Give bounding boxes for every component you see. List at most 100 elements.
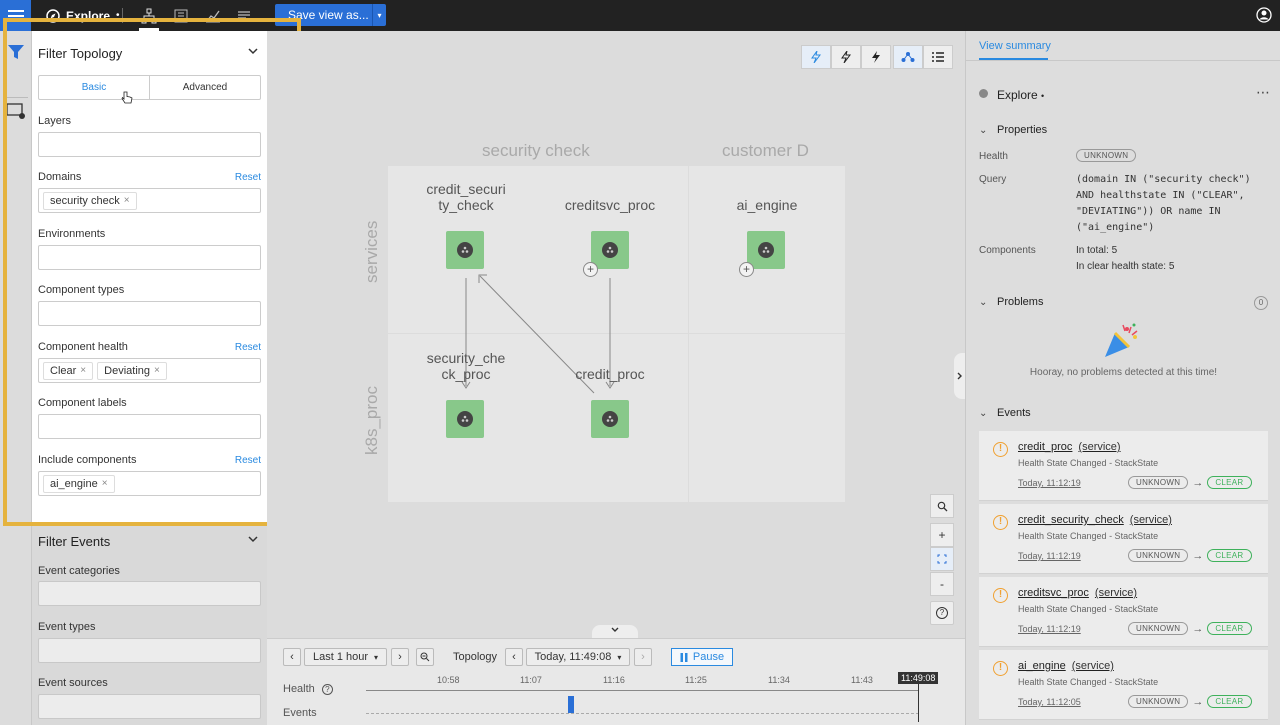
event-component-link[interactable]: credit_security_check (service): [1018, 514, 1172, 526]
chevron-down-icon[interactable]: ⌄: [979, 408, 987, 419]
view-title[interactable]: Explore •: [46, 0, 120, 31]
menu-button[interactable]: [0, 0, 31, 31]
node-credit-security-check[interactable]: [446, 231, 484, 269]
topology-time-next-button[interactable]: ›: [634, 648, 652, 666]
include-components-input[interactable]: ai_engine ×: [38, 471, 261, 496]
fit-icon: [937, 554, 947, 564]
component-chip: ai_engine ×: [43, 474, 115, 493]
visualization-settings-button[interactable]: [6, 102, 26, 123]
timeline-next-button[interactable]: ›: [391, 648, 409, 666]
arrow-right-icon: →: [1192, 476, 1204, 489]
health-chip-label: Clear: [50, 364, 77, 377]
current-time-marker[interactable]: [918, 683, 919, 722]
event-card[interactable]: ! credit_proc (service) Health State Chan…: [979, 431, 1268, 501]
save-view-dropdown[interactable]: ▾: [372, 4, 386, 26]
zoom-out-timeline-button[interactable]: [416, 648, 434, 666]
list-view-button[interactable]: [171, 6, 191, 26]
event-card[interactable]: ! ai_engine (service) Health State Change…: [979, 650, 1268, 720]
more-options-button[interactable]: ⋯: [1256, 84, 1270, 101]
domains-reset-link[interactable]: Reset: [235, 172, 261, 183]
event-time-link[interactable]: Today, 11:12:19: [1018, 478, 1081, 488]
search-canvas-button[interactable]: [930, 494, 954, 518]
node-security-check-proc[interactable]: [446, 400, 484, 438]
events-timeline-bar[interactable]: [366, 713, 919, 714]
event-component-link[interactable]: creditsvc_proc (service): [1018, 587, 1137, 599]
event-card[interactable]: ! credit_security_check (service) Health …: [979, 504, 1268, 574]
collapse-timeline-handle[interactable]: [592, 625, 638, 638]
collapse-filter-topology[interactable]: [247, 45, 259, 60]
user-menu-button[interactable]: [1256, 7, 1272, 26]
expand-node-button[interactable]: +: [583, 262, 598, 277]
layers-input[interactable]: [38, 132, 261, 157]
properties-title[interactable]: Properties: [997, 124, 1047, 136]
component-labels-input[interactable]: [38, 414, 261, 439]
chevron-down-icon[interactable]: ⌄: [979, 125, 987, 136]
node-label-creditsvc-proc: creditsvc_proc: [564, 197, 656, 213]
environments-input[interactable]: [38, 245, 261, 270]
event-types-input[interactable]: [38, 638, 261, 663]
save-view-label: Save view as...: [288, 8, 369, 22]
remove-chip-icon[interactable]: ×: [102, 478, 108, 489]
zoom-out-button[interactable]: -: [930, 572, 954, 596]
node-ai-engine[interactable]: [747, 231, 785, 269]
tab-view-summary[interactable]: View summary: [979, 40, 1051, 52]
component-health-reset-link[interactable]: Reset: [235, 342, 261, 353]
strip-divider: [4, 97, 28, 98]
event-component-link[interactable]: ai_engine (service): [1018, 660, 1114, 672]
include-components-label: Include components: [38, 454, 137, 466]
filter-panel-button[interactable]: [7, 43, 25, 64]
event-sources-input[interactable]: [38, 694, 261, 719]
time-range-select[interactable]: Last 1 hour ▾: [304, 648, 387, 666]
event-time-link[interactable]: Today, 11:12:19: [1018, 624, 1081, 634]
topology-time-prev-button[interactable]: ‹: [505, 648, 523, 666]
remove-chip-icon[interactable]: ×: [80, 365, 86, 376]
event-histogram-bar[interactable]: [568, 696, 574, 713]
event-description: Health State Changed - StackState: [1018, 458, 1159, 468]
domains-input[interactable]: security check ×: [38, 188, 261, 213]
relation-lines: [461, 274, 615, 394]
events-title[interactable]: Events: [997, 407, 1031, 419]
component-types-input[interactable]: [38, 301, 261, 326]
filter-icon: [8, 45, 24, 59]
node-creditsvc-proc[interactable]: [591, 231, 629, 269]
component-labels-label: Component labels: [38, 397, 127, 409]
help-button[interactable]: ?: [930, 601, 954, 625]
event-categories-input[interactable]: [38, 581, 261, 606]
no-problems-message: Hooray, no problems detected at this tim…: [1029, 367, 1218, 378]
component-health-input[interactable]: Clear × Deviating ×: [38, 358, 261, 383]
remove-chip-icon[interactable]: ×: [124, 195, 130, 206]
arrow-right-icon: →: [1192, 622, 1204, 635]
pause-button[interactable]: Pause: [671, 648, 733, 666]
tab-advanced[interactable]: Advanced: [150, 76, 260, 99]
chevron-down-icon[interactable]: ⌄: [979, 297, 987, 308]
node-label-ai-engine: ai_engine: [736, 197, 798, 213]
health-status-badge: UNKNOWN: [1076, 149, 1137, 162]
topology-view-button[interactable]: [139, 6, 159, 26]
timeline-prev-button[interactable]: ‹: [283, 648, 301, 666]
telemetry-view-button[interactable]: [203, 6, 223, 26]
fit-view-button[interactable]: [930, 547, 954, 571]
remove-chip-icon[interactable]: ×: [154, 365, 160, 376]
topology-canvas[interactable]: security check customer D services k8s_p…: [267, 31, 966, 638]
component-types-label: Component types: [38, 284, 125, 296]
event-card[interactable]: ! creditsvc_proc (service) Health State C…: [979, 577, 1268, 647]
event-time-link[interactable]: Today, 11:12:19: [1018, 551, 1081, 561]
health-transition: UNKNOWN → CLEAR: [1128, 476, 1252, 489]
zoom-in-button[interactable]: +: [930, 523, 954, 547]
timeline-tick: 11:43: [851, 675, 873, 685]
tab-basic[interactable]: Basic: [39, 76, 150, 99]
timeline-panel: ‹ Last 1 hour ▾ › Topology ‹ Today, 11:49…: [267, 638, 965, 725]
topology-time-select[interactable]: Today, 11:49:08 ▾: [526, 648, 630, 666]
help-icon[interactable]: ?: [321, 684, 333, 695]
node-credit-proc[interactable]: [591, 400, 629, 438]
expand-node-button[interactable]: +: [739, 262, 754, 277]
collapse-filter-events[interactable]: [247, 533, 259, 548]
event-time-link[interactable]: Today, 11:12:05: [1018, 697, 1081, 707]
problems-title[interactable]: Problems: [997, 296, 1043, 308]
event-component-link[interactable]: credit_proc (service): [1018, 441, 1121, 453]
events-view-button[interactable]: [234, 6, 254, 26]
chevron-down-icon: ▾: [374, 652, 379, 662]
save-view-button[interactable]: Save view as... ▾: [275, 4, 386, 26]
health-timeline-bar[interactable]: [366, 690, 919, 691]
include-components-reset-link[interactable]: Reset: [235, 455, 261, 466]
